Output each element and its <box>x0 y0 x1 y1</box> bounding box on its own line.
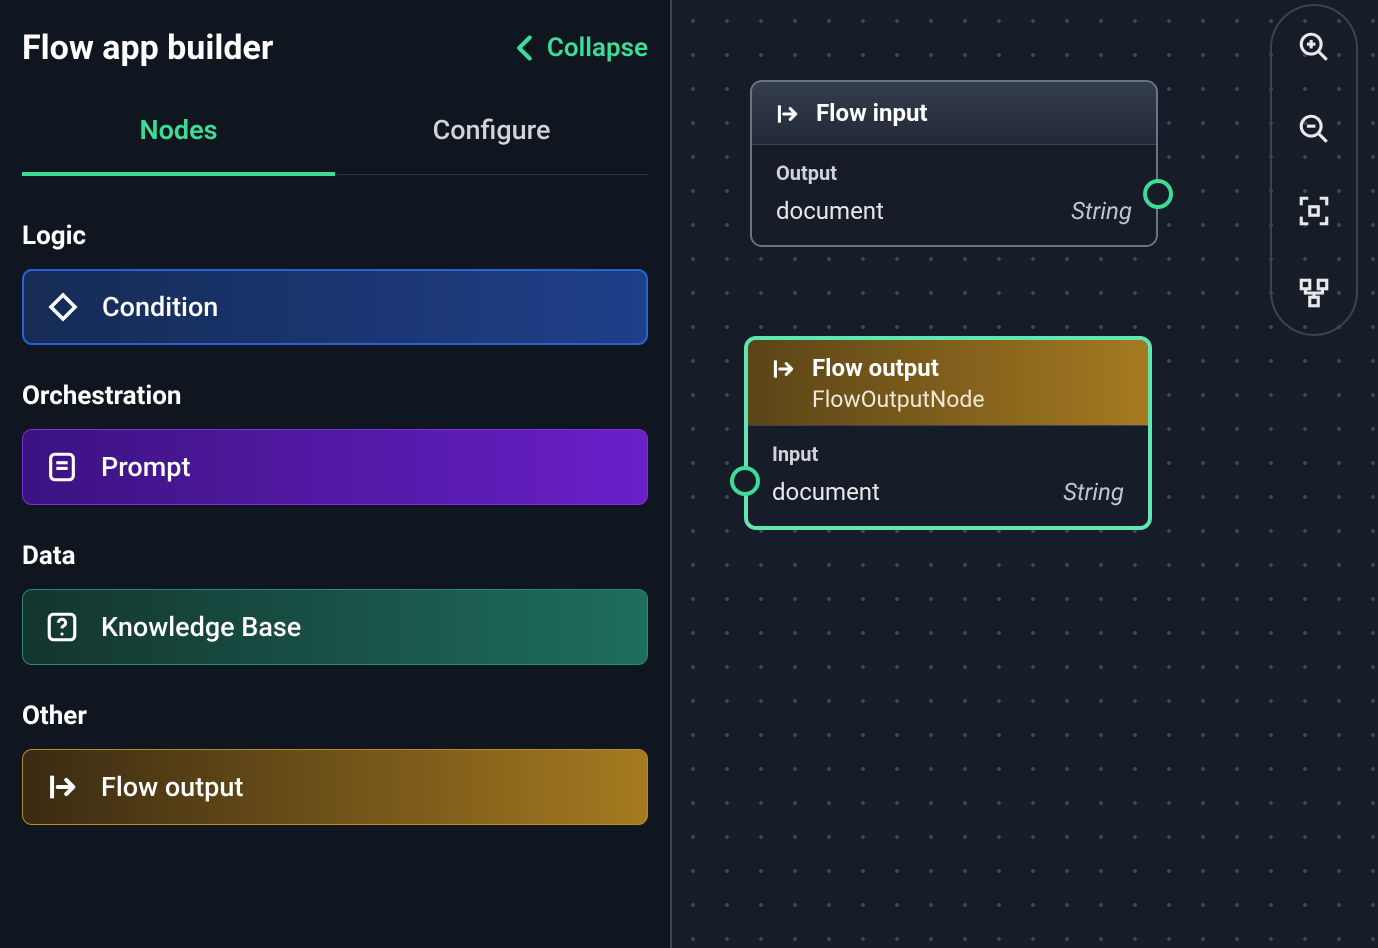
node-type-label: Prompt <box>101 451 190 483</box>
node-type-flow-output[interactable]: Flow output <box>22 749 648 825</box>
section-other-label: Other <box>22 701 648 731</box>
zoom-in-button[interactable] <box>1297 30 1331 64</box>
node-title: Flow output <box>812 354 985 382</box>
collapse-label: Collapse <box>547 33 648 63</box>
sidebar-title: Flow app builder <box>22 28 273 68</box>
node-title: Flow input <box>816 99 928 127</box>
tab-configure[interactable]: Configure <box>335 114 648 174</box>
node-type-label: Condition <box>102 291 218 323</box>
zoom-out-icon <box>1297 112 1331 146</box>
section-orchestration-label: Orchestration <box>22 381 648 411</box>
question-box-icon <box>45 610 79 644</box>
flow-output-icon <box>770 356 796 382</box>
node-section-label: Output <box>776 161 1132 185</box>
section-data-label: Data <box>22 541 648 571</box>
flow-output-icon <box>45 770 79 804</box>
node-header: Flow input <box>752 82 1156 144</box>
canvas-toolbar <box>1270 4 1358 336</box>
node-body: Output document String <box>752 144 1156 245</box>
layout-tree-icon <box>1297 276 1331 310</box>
zoom-in-icon <box>1297 30 1331 64</box>
node-type-prompt[interactable]: Prompt <box>22 429 648 505</box>
node-section-label: Input <box>772 442 1124 466</box>
collapse-button[interactable]: Collapse <box>515 33 648 63</box>
node-type-label: Flow output <box>101 771 243 803</box>
section-logic-label: Logic <box>22 221 648 251</box>
node-type-condition[interactable]: Condition <box>22 269 648 345</box>
node-body: Input document String <box>748 425 1148 526</box>
diamond-icon <box>46 290 80 324</box>
tab-nodes[interactable]: Nodes <box>22 114 335 176</box>
canvas-node-flow-input[interactable]: Flow input Output document String <box>750 80 1158 247</box>
sidebar: Flow app builder Collapse Nodes Configur… <box>0 0 672 948</box>
node-field-row: document String <box>772 478 1124 506</box>
sidebar-header: Flow app builder Collapse <box>22 28 648 68</box>
node-field-row: document String <box>776 197 1132 225</box>
node-field-name: document <box>776 197 884 225</box>
node-field-type: String <box>1071 197 1132 225</box>
auto-layout-button[interactable] <box>1297 276 1331 310</box>
document-icon <box>45 450 79 484</box>
node-type-knowledge-base[interactable]: Knowledge Base <box>22 589 648 665</box>
node-field-name: document <box>772 478 880 506</box>
node-type-label: Knowledge Base <box>101 611 301 643</box>
fit-screen-icon <box>1297 194 1331 228</box>
zoom-out-button[interactable] <box>1297 112 1331 146</box>
sidebar-tabs: Nodes Configure <box>22 114 648 175</box>
output-port[interactable] <box>1143 179 1173 209</box>
canvas-node-flow-output[interactable]: Flow output FlowOutputNode Input documen… <box>744 336 1152 530</box>
input-port[interactable] <box>730 466 760 496</box>
node-header: Flow output FlowOutputNode <box>748 340 1148 425</box>
fit-screen-button[interactable] <box>1297 194 1331 228</box>
node-subtitle: FlowOutputNode <box>812 386 985 413</box>
chevron-left-icon <box>515 34 535 62</box>
flow-input-icon <box>774 101 800 127</box>
flow-canvas[interactable]: Flow input Output document String Flow o… <box>672 0 1378 948</box>
node-field-type: String <box>1063 478 1124 506</box>
